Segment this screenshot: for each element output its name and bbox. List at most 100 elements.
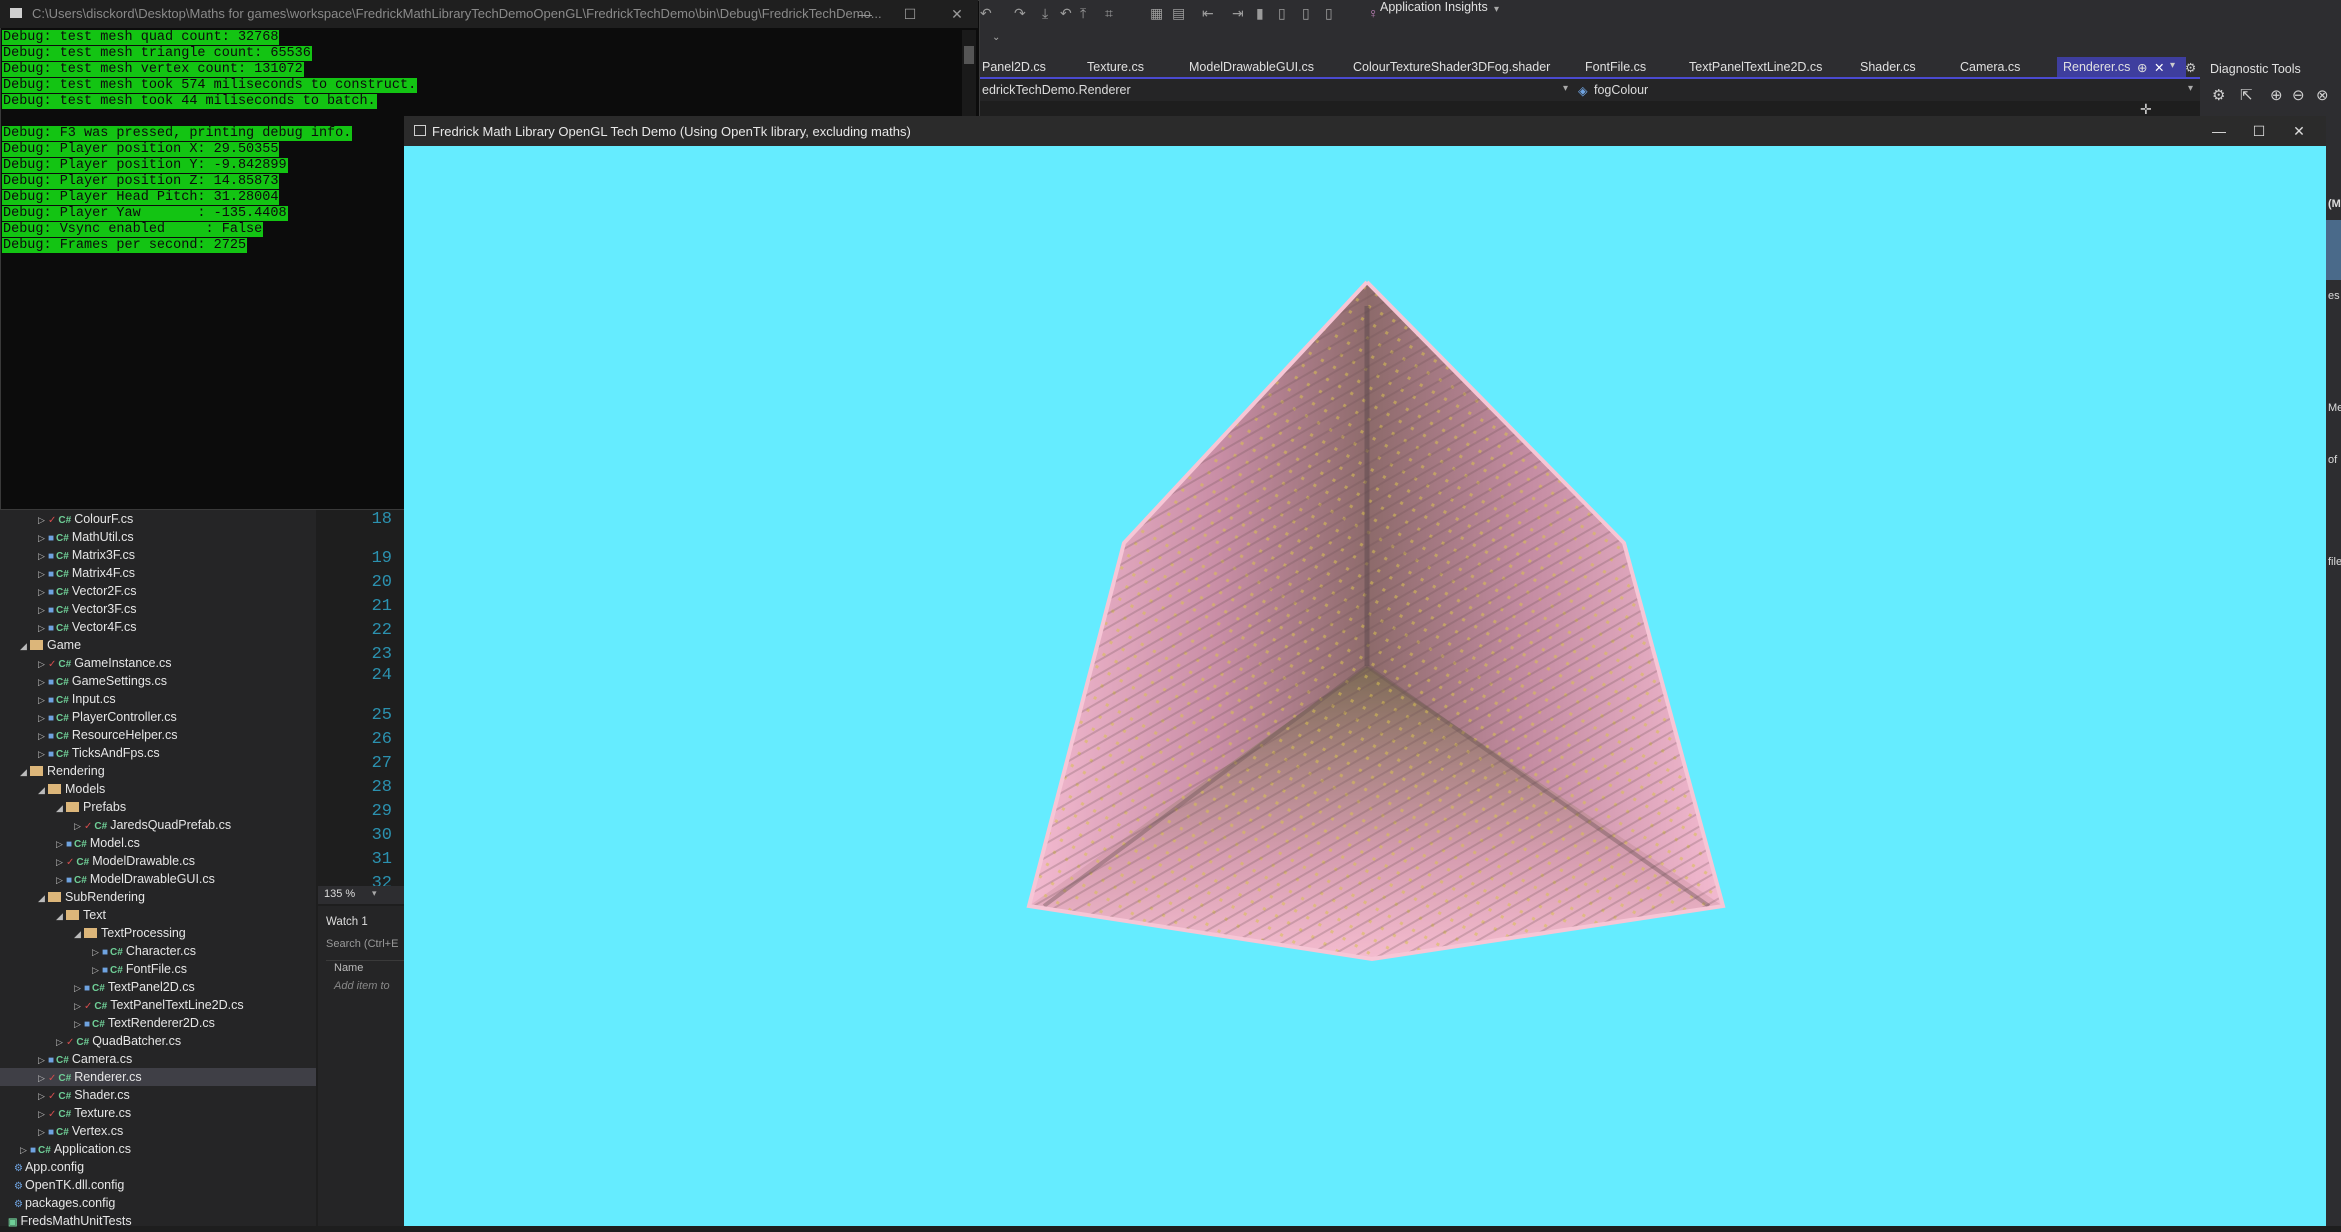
settings-icon[interactable]: ⚙: [2185, 60, 2196, 75]
tab-modeldrawablegui[interactable]: ModelDrawableGUI.cs: [1189, 60, 1314, 74]
tab-shader[interactable]: Shader.cs: [1860, 60, 1916, 74]
format-icon[interactable]: ⌗: [1105, 5, 1113, 22]
solution-item[interactable]: ◢ SubRendering: [38, 888, 145, 906]
expand-arrow-icon[interactable]: ▷: [38, 1051, 48, 1069]
expand-arrow-icon[interactable]: ▷: [38, 1087, 48, 1105]
redo-icon[interactable]: ↷: [1014, 5, 1026, 22]
solution-item[interactable]: ▷ ✓ C# TextPanelTextLine2D.cs: [74, 996, 244, 1014]
solution-item[interactable]: ▷ ■ C# Vector2F.cs: [38, 582, 136, 600]
expand-arrow-icon[interactable]: ▷: [74, 1015, 84, 1033]
solution-item[interactable]: ▷ ■ C# Input.cs: [38, 690, 116, 708]
expand-arrow-icon[interactable]: ▷: [38, 727, 48, 745]
solution-item[interactable]: ▷ ✓ C# Renderer.cs: [38, 1068, 142, 1086]
nav-class-chevron-icon[interactable]: ▾: [1563, 83, 1568, 94]
collapse-arrow-icon[interactable]: ◢: [38, 781, 48, 799]
expand-arrow-icon[interactable]: ▷: [38, 529, 48, 547]
solution-item[interactable]: ▷ ■ C# TextPanel2D.cs: [74, 978, 195, 996]
overflow-chevron-icon[interactable]: ⌄: [992, 32, 1000, 43]
tab-colourtextureshader[interactable]: ColourTextureShader3DFog.shader: [1353, 60, 1550, 74]
step-icon[interactable]: ⤓: [1042, 5, 1048, 22]
close-icon[interactable]: ✕: [2284, 121, 2314, 141]
expand-arrow-icon[interactable]: ▷: [38, 601, 48, 619]
expand-arrow-icon[interactable]: ▷: [38, 673, 48, 691]
solution-item[interactable]: ◢ Game: [20, 636, 81, 654]
solution-item[interactable]: ▷ ■ C# TextRenderer2D.cs: [74, 1014, 215, 1032]
expand-arrow-icon[interactable]: ▷: [92, 961, 102, 979]
expand-arrow-icon[interactable]: ▷: [92, 943, 102, 961]
window-icon[interactable]: ▤: [1172, 5, 1185, 22]
expand-arrow-icon[interactable]: ▷: [56, 853, 66, 871]
solution-item[interactable]: ▷ ✓ C# JaredsQuadPrefab.cs: [74, 816, 231, 834]
gear-icon[interactable]: ⚙: [2212, 86, 2225, 104]
solution-item[interactable]: ▷ ■ C# Vertex.cs: [38, 1122, 123, 1140]
solution-item[interactable]: ▷ ■ C# ResourceHelper.cs: [38, 726, 177, 744]
solution-item[interactable]: ▣ FredsMathUnitTests: [8, 1212, 132, 1230]
watch-search-input[interactable]: Search (Ctrl+E: [326, 938, 398, 950]
solution-item[interactable]: ⚙ packages.config: [14, 1194, 115, 1212]
close-tab-icon[interactable]: ✕: [2154, 60, 2164, 75]
solution-item[interactable]: ▷ ■ C# MathUtil.cs: [38, 528, 134, 546]
solution-item[interactable]: ▷ ■ C# GameSettings.cs: [38, 672, 167, 690]
undo-icon[interactable]: ↶: [980, 5, 992, 22]
solution-item[interactable]: ▷ ■ C# Vector4F.cs: [38, 618, 136, 636]
bookmark-prev-icon[interactable]: ▯: [1278, 5, 1286, 22]
solution-item[interactable]: ▷ ✓ C# ColourF.cs: [38, 510, 133, 528]
nav-class-dropdown[interactable]: edrickTechDemo.Renderer: [982, 83, 1131, 97]
pin-icon[interactable]: ⊕: [2137, 60, 2147, 75]
expand-arrow-icon[interactable]: ▷: [38, 511, 48, 529]
solution-item[interactable]: ◢ Text: [56, 906, 106, 924]
expand-arrow-icon[interactable]: ▷: [74, 997, 84, 1015]
solution-item[interactable]: ▷ ■ C# PlayerController.cs: [38, 708, 177, 726]
zoom-in-icon[interactable]: ⊕: [2270, 86, 2283, 104]
minimize-icon[interactable]: —: [2204, 121, 2234, 141]
tab-textpaneltextline2d[interactable]: TextPanelTextLine2D.cs: [1689, 60, 1822, 74]
solution-item[interactable]: ▷ ■ C# FontFile.cs: [92, 960, 187, 978]
solution-item[interactable]: ▷ ■ C# Vector3F.cs: [38, 600, 136, 618]
tab-panel2d[interactable]: Panel2D.cs: [982, 60, 1046, 74]
maximize-icon[interactable]: ☐: [895, 4, 925, 24]
collapse-arrow-icon[interactable]: ◢: [20, 763, 30, 781]
outdent-icon[interactable]: ⇤: [1202, 5, 1214, 22]
expand-arrow-icon[interactable]: ▷: [38, 547, 48, 565]
expand-arrow-icon[interactable]: ▷: [38, 565, 48, 583]
solution-item[interactable]: ▷ ■ C# Model.cs: [56, 834, 140, 852]
nav-member-chevron-icon[interactable]: ▾: [2188, 83, 2193, 94]
solution-item[interactable]: ▷ ■ C# Matrix4F.cs: [38, 564, 135, 582]
expand-arrow-icon[interactable]: ▷: [74, 979, 84, 997]
expand-arrow-icon[interactable]: ▷: [74, 817, 84, 835]
console-scroll-thumb[interactable]: [964, 46, 974, 64]
solution-item[interactable]: ▷ ✓ C# Shader.cs: [38, 1086, 130, 1104]
expand-arrow-icon[interactable]: ▷: [38, 709, 48, 727]
expand-arrow-icon[interactable]: ▷: [38, 583, 48, 601]
solution-item[interactable]: ◢ TextProcessing: [74, 924, 186, 942]
expand-arrow-icon[interactable]: ▷: [38, 691, 48, 709]
expand-arrow-icon[interactable]: ▷: [38, 745, 48, 763]
collapse-arrow-icon[interactable]: ◢: [56, 799, 66, 817]
bookmark-next-icon[interactable]: ▯: [1302, 5, 1310, 22]
step-back-icon[interactable]: ↶: [1060, 5, 1072, 22]
expand-arrow-icon[interactable]: ▷: [38, 619, 48, 637]
zoom-chevron-icon[interactable]: ▾: [372, 888, 377, 899]
solution-item[interactable]: ▷ ■ C# Application.cs: [20, 1140, 131, 1158]
expand-arrow-icon[interactable]: ▷: [56, 1033, 66, 1051]
bookmark-icon[interactable]: ▮: [1256, 5, 1264, 22]
application-insights-button[interactable]: Application Insights: [1380, 0, 1488, 14]
layout-icon[interactable]: ▦: [1150, 5, 1163, 22]
collapse-arrow-icon[interactable]: ◢: [74, 925, 84, 943]
chevron-down-icon[interactable]: ▾: [1494, 4, 1499, 15]
bookmark-clear-icon[interactable]: ▯: [1325, 5, 1333, 22]
expand-arrow-icon[interactable]: ▷: [56, 871, 66, 889]
tab-renderer[interactable]: Renderer.cs: [2063, 60, 2130, 74]
collapse-arrow-icon[interactable]: ◢: [38, 889, 48, 907]
solution-item[interactable]: ▷ ■ C# TicksAndFps.cs: [38, 744, 160, 762]
collapse-arrow-icon[interactable]: ◢: [56, 907, 66, 925]
solution-item[interactable]: ▷ ✓ C# ModelDrawable.cs: [56, 852, 195, 870]
step-up-icon[interactable]: ⤒: [1080, 5, 1086, 22]
export-icon[interactable]: ⇱: [2240, 86, 2253, 104]
expand-arrow-icon[interactable]: ▷: [38, 1123, 48, 1141]
collapse-arrow-icon[interactable]: ◢: [20, 637, 30, 655]
solution-item[interactable]: ◢ Prefabs: [56, 798, 126, 816]
solution-item[interactable]: ◢ Rendering: [20, 762, 105, 780]
solution-item[interactable]: ▷ ✓ C# Texture.cs: [38, 1104, 131, 1122]
minimize-icon[interactable]: —: [850, 4, 880, 24]
